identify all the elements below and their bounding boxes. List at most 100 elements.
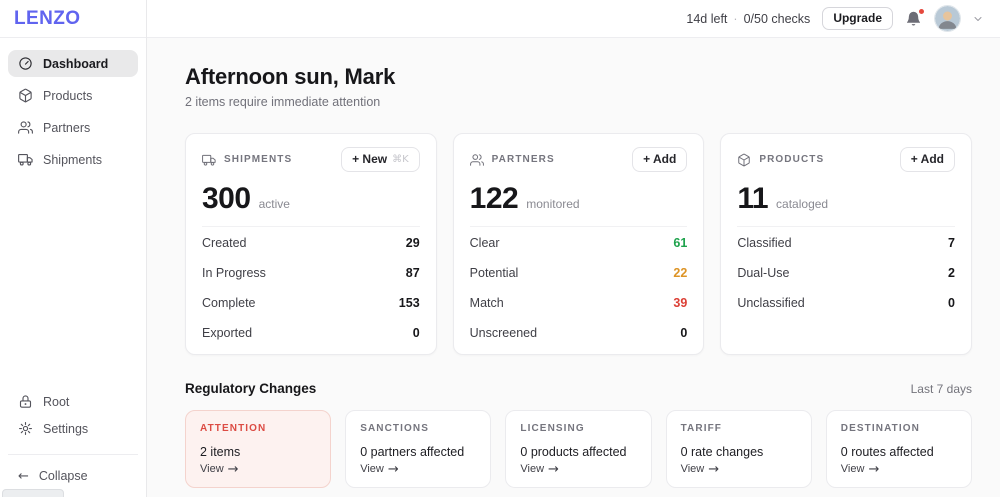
section-header: Regulatory Changes Last 7 days	[185, 381, 972, 396]
stat-value: 11	[737, 182, 768, 216]
stat-row: Match 39	[470, 288, 688, 318]
view-sanctions-link[interactable]: View →	[360, 463, 399, 476]
attention-card: ATTENTION 2 items View →	[185, 410, 331, 488]
sanctions-card: SANCTIONS 0 partners affected View →	[345, 410, 491, 488]
sidebar-item-dashboard[interactable]: Dashboard	[8, 50, 138, 77]
arrow-right-icon: →	[388, 463, 399, 476]
add-partner-button[interactable]: + Add	[632, 147, 687, 172]
row-value: 7	[948, 236, 955, 250]
attention-subtitle: 2 items require immediate attention	[185, 95, 972, 109]
stat-row: Unclassified 0	[737, 288, 955, 318]
package-icon	[18, 88, 33, 103]
trial-days-left: 14d left	[686, 12, 727, 26]
sidebar-item-shipments[interactable]: Shipments	[8, 146, 138, 173]
keyboard-shortcut-hint: ⌘K	[392, 154, 409, 165]
section-title: Regulatory Changes	[185, 381, 316, 396]
row-value: 2	[948, 266, 955, 280]
stat-row: Complete 153	[202, 288, 420, 318]
stat-unit: cataloged	[776, 197, 828, 211]
stat-unit: active	[259, 197, 290, 211]
brand-logo[interactable]: LENZO	[14, 8, 80, 30]
row-label: Exported	[202, 326, 252, 340]
card-title: SHIPMENTS	[224, 154, 292, 165]
tariff-card: TARIFF 0 rate changes View →	[666, 410, 812, 488]
row-value: 153	[399, 296, 420, 310]
reg-card-title: ATTENTION	[200, 423, 316, 434]
stat-row: Exported 0	[202, 318, 420, 348]
app-window: LENZO Dashboard Products	[0, 0, 1000, 497]
button-label: + Add	[643, 152, 676, 166]
divider	[470, 226, 688, 227]
reg-card-text: 0 routes affected	[841, 445, 957, 459]
products-card: PRODUCTS + Add 11 cataloged Classified 7	[720, 133, 972, 355]
time-range-label: Last 7 days	[911, 382, 972, 396]
row-value: 39	[673, 296, 687, 310]
row-label: Unscreened	[470, 326, 537, 340]
row-label: Potential	[470, 266, 519, 280]
sidebar-item-settings[interactable]: Settings	[8, 415, 138, 442]
divider	[202, 226, 420, 227]
stat-row: Classified 7	[737, 228, 955, 258]
stat-row: Unscreened 0	[470, 318, 688, 348]
arrow-right-icon: →	[548, 463, 559, 476]
reg-card-text: 2 items	[200, 445, 316, 459]
button-label: + New	[352, 152, 387, 166]
row-value: 0	[948, 296, 955, 310]
reg-card-text: 0 partners affected	[360, 445, 476, 459]
view-licensing-link[interactable]: View →	[520, 463, 559, 476]
stat-row: Clear 61	[470, 228, 688, 258]
divider	[737, 226, 955, 227]
reg-card-text: 0 products affected	[520, 445, 636, 459]
regulatory-card-grid: ATTENTION 2 items View → SANCTIONS 0 par…	[185, 410, 972, 488]
truck-icon	[18, 152, 33, 167]
lock-icon	[18, 394, 33, 409]
row-value: 0	[413, 326, 420, 340]
sidebar-bottom: Root Settings ← Collapse	[0, 388, 146, 497]
collapse-button[interactable]: ← Collapse	[8, 463, 138, 489]
view-tariff-link[interactable]: View →	[681, 463, 720, 476]
arrow-right-icon: →	[228, 463, 239, 476]
add-product-button[interactable]: + Add	[900, 147, 955, 172]
view-destination-link[interactable]: View →	[841, 463, 880, 476]
stat-row: Dual-Use 2	[737, 258, 955, 288]
sidebar-item-label: Settings	[43, 422, 88, 436]
view-label: View	[200, 463, 224, 475]
dot-separator: ·	[733, 12, 737, 26]
upgrade-button[interactable]: Upgrade	[822, 7, 893, 30]
stat-card-grid: SHIPMENTS + New ⌘K 300 active Created 29	[185, 133, 972, 355]
user-avatar[interactable]	[935, 6, 960, 31]
notifications-button[interactable]	[905, 10, 923, 28]
plan-status: 14d left · 0/50 checks	[686, 12, 810, 26]
avatar-image	[935, 6, 960, 31]
sidebar-item-products[interactable]: Products	[8, 82, 138, 109]
stat-summary: 11 cataloged	[737, 182, 955, 216]
main-content: Afternoon sun, Mark 2 items require imme…	[147, 38, 1000, 497]
row-label: In Progress	[202, 266, 266, 280]
row-label: Clear	[470, 236, 500, 250]
logo-area: LENZO	[0, 0, 146, 38]
destination-card: DESTINATION 0 routes affected View →	[826, 410, 972, 488]
card-header: PRODUCTS + Add	[737, 147, 955, 172]
card-header: SHIPMENTS + New ⌘K	[202, 147, 420, 172]
card-header: PARTNERS + Add	[470, 147, 688, 172]
row-value: 22	[673, 266, 687, 280]
view-attention-link[interactable]: View →	[200, 463, 239, 476]
new-shipment-button[interactable]: + New ⌘K	[341, 147, 420, 172]
truck-icon	[202, 153, 216, 167]
row-value: 0	[680, 326, 687, 340]
view-label: View	[520, 463, 544, 475]
bottom-left-partial-element	[2, 489, 64, 497]
view-label: View	[841, 463, 865, 475]
chevron-down-icon[interactable]	[972, 13, 984, 25]
stat-row: In Progress 87	[202, 258, 420, 288]
partners-card: PARTNERS + Add 122 monitored Clear 61	[453, 133, 705, 355]
sidebar-item-root[interactable]: Root	[8, 388, 138, 415]
stat-row: Potential 22	[470, 258, 688, 288]
row-label: Match	[470, 296, 504, 310]
card-title: PARTNERS	[492, 154, 555, 165]
sidebar-item-partners[interactable]: Partners	[8, 114, 138, 141]
sidebar-item-label: Products	[43, 89, 92, 103]
notification-dot	[918, 8, 925, 15]
gauge-icon	[18, 56, 33, 71]
shipments-card: SHIPMENTS + New ⌘K 300 active Created 29	[185, 133, 437, 355]
